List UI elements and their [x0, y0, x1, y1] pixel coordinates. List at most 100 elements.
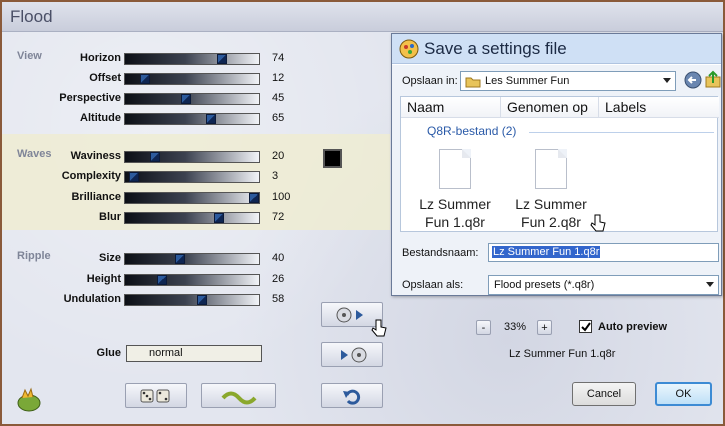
zoom-out-button[interactable]: -	[476, 320, 491, 335]
slider-thumb-perspective[interactable]	[181, 94, 191, 104]
slider-thumb-complexity[interactable]	[129, 172, 139, 182]
slider-label-size: Size	[98, 252, 121, 264]
wave-icon	[221, 391, 256, 404]
file-icon	[535, 149, 567, 189]
chevron-down-icon	[663, 78, 671, 83]
slider-thumb-altitude[interactable]	[206, 114, 216, 124]
slider-track-altitude[interactable]	[124, 113, 260, 125]
zoom-in-button[interactable]: +	[537, 320, 552, 335]
file-icon	[439, 149, 471, 189]
dice-icon	[140, 389, 170, 402]
slider-value-horizon: 74	[272, 52, 285, 64]
dialog-title-bar: Save a settings file	[392, 34, 721, 64]
slider-value-undulation: 58	[272, 293, 285, 305]
column-header-naam[interactable]: Naam	[401, 97, 501, 118]
checkmark-icon	[581, 322, 591, 332]
slider-value-waviness: 20	[272, 150, 285, 162]
slider-label-complexity: Complexity	[61, 170, 121, 182]
slider-track-brilliance[interactable]	[124, 192, 260, 204]
slider-track-height[interactable]	[124, 274, 260, 286]
slider-track-blur[interactable]	[124, 212, 260, 224]
slider-value-blur: 72	[272, 211, 285, 223]
filename-label: Bestandsnaam:	[402, 247, 479, 259]
wave-preset-button[interactable]	[201, 383, 276, 408]
slider-thumb-waviness[interactable]	[150, 152, 160, 162]
savetype-label: Opslaan als:	[402, 279, 464, 291]
filename-input[interactable]: Lz Summer Fun 1.q8r	[488, 243, 719, 262]
slider-label-blur: Blur	[99, 211, 121, 223]
slider-thumb-offset[interactable]	[140, 74, 150, 84]
filename-value: Lz Summer Fun 1.q8r	[492, 246, 601, 258]
slider-label-perspective: Perspective	[59, 92, 121, 104]
chevron-down-icon	[706, 282, 714, 287]
slider-track-waviness[interactable]	[124, 151, 260, 163]
auto-preview-checkbox[interactable]	[579, 320, 592, 333]
folder-icon	[465, 77, 481, 88]
file-item[interactable]: Lz Summer Fun 2.q8r	[503, 149, 599, 231]
savetype-value: Flood presets (*.q8r)	[494, 279, 595, 291]
reset-button[interactable]	[321, 383, 383, 408]
ok-button[interactable]: OK	[655, 382, 712, 406]
cancel-button[interactable]: Cancel	[572, 382, 636, 406]
slider-value-complexity: 3	[272, 170, 279, 182]
file-list: Naam Genomen op Labels Q8R-bestand (2) L…	[400, 96, 719, 232]
back-icon[interactable]	[684, 71, 702, 89]
hand-cursor-icon	[371, 319, 387, 337]
undo-icon	[343, 389, 361, 405]
wave-color-swatch[interactable]	[323, 149, 342, 168]
slider-value-brilliance: 100	[272, 191, 291, 203]
column-header-labels[interactable]: Labels	[599, 97, 719, 118]
file-name-line1: Lz Summer	[419, 196, 491, 212]
slider-thumb-height[interactable]	[157, 275, 167, 285]
window-title: Flood	[10, 7, 53, 26]
slider-thumb-blur[interactable]	[214, 213, 224, 223]
slider-track-size[interactable]	[124, 253, 260, 265]
slider-value-perspective: 45	[272, 92, 285, 104]
load-preset-button[interactable]	[321, 342, 383, 367]
column-header-genomen-op[interactable]: Genomen op	[501, 97, 599, 118]
save-in-value: Les Summer Fun	[485, 75, 570, 87]
group-divider	[529, 132, 714, 133]
slider-thumb-horizon[interactable]	[217, 54, 227, 64]
folder-up-icon[interactable]	[705, 70, 721, 88]
zoom-level: 33%	[504, 321, 527, 333]
slider-track-horizon[interactable]	[124, 53, 260, 65]
file-group-header[interactable]: Q8R-bestand (2)	[427, 124, 516, 138]
slider-track-complexity[interactable]	[124, 171, 260, 183]
savetype-select[interactable]: Flood presets (*.q8r)	[488, 275, 719, 295]
glue-select[interactable]: normal	[126, 345, 262, 362]
slider-label-altitude: Altitude	[80, 112, 121, 124]
slider-label-offset: Offset	[89, 72, 121, 84]
slider-label-height: Height	[86, 273, 121, 285]
slider-value-size: 40	[272, 252, 285, 264]
slider-label-horizon: Horizon	[80, 52, 121, 64]
auto-preview-label: Auto preview	[598, 321, 668, 333]
save-in-combo[interactable]: Les Summer Fun	[460, 71, 676, 91]
slider-thumb-brilliance[interactable]	[249, 193, 259, 203]
slider-track-perspective[interactable]	[124, 93, 260, 105]
slider-value-height: 26	[272, 273, 285, 285]
slider-thumb-undulation[interactable]	[197, 295, 207, 305]
dialog-app-icon	[399, 39, 419, 59]
slider-label-waviness: Waviness	[70, 150, 121, 162]
title-bar: Flood	[2, 2, 723, 32]
preset-name: Lz Summer Fun 1.q8r	[509, 348, 616, 360]
file-name-line2: Fun 2.q8r	[521, 214, 581, 230]
slider-thumb-size[interactable]	[175, 254, 185, 264]
dialog-body: Opslaan in: Les Summer Fun Naam Genomen …	[392, 65, 721, 295]
slider-track-undulation[interactable]	[124, 294, 260, 306]
glue-label: Glue	[96, 347, 121, 359]
slider-value-altitude: 65	[272, 112, 285, 124]
slider-value-offset: 12	[272, 72, 285, 84]
randomize-button[interactable]	[125, 383, 187, 408]
file-item[interactable]: Lz Summer Fun 1.q8r	[407, 149, 503, 231]
slider-label-undulation: Undulation	[63, 293, 121, 305]
slider-label-brilliance: Brilliance	[71, 191, 121, 203]
dialog-title: Save a settings file	[424, 39, 567, 58]
slider-track-offset[interactable]	[124, 73, 260, 85]
load-preset-icon	[341, 347, 367, 362]
hand-cursor-icon	[590, 214, 606, 232]
file-name-line2: Fun 1.q8r	[425, 214, 485, 230]
file-name-line1: Lz Summer	[515, 196, 587, 212]
app-logo-icon	[17, 387, 41, 412]
